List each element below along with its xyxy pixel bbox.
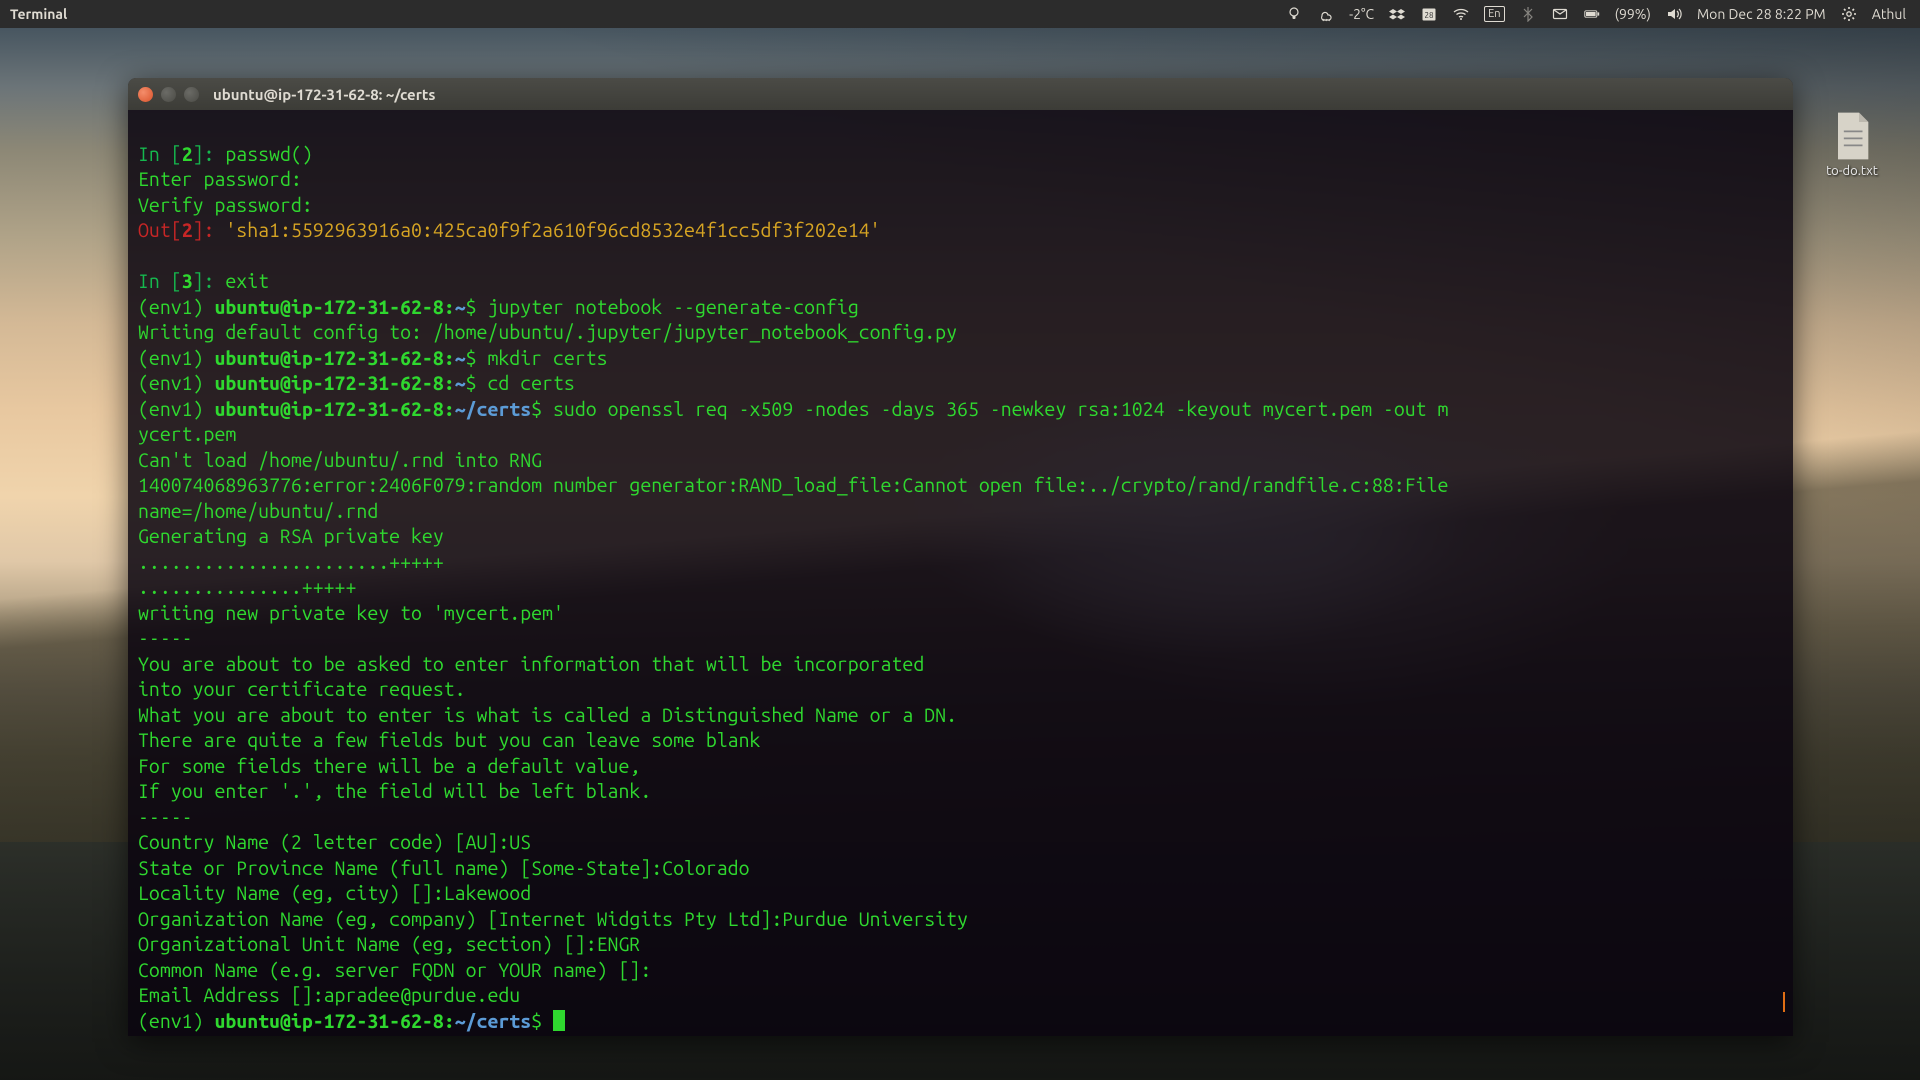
- line-q7: Email Address []:apradee@purdue.edu: [138, 984, 520, 1006]
- keyboard-indicator[interactable]: En: [1484, 6, 1504, 22]
- line-g4: writing new private key to 'mycert.pem': [138, 602, 564, 624]
- line-q4: Organization Name (eg, company) [Interne…: [138, 908, 968, 930]
- desktop-file-todo[interactable]: to-do.txt: [1824, 108, 1880, 178]
- line-d2: -----: [138, 806, 193, 828]
- calendar-icon[interactable]: 28: [1420, 5, 1438, 23]
- lightbulb-icon[interactable]: [1285, 5, 1303, 23]
- line-e3: name=/home/ubuntu/.rnd: [138, 500, 378, 522]
- desktop-file-label: to-do.txt: [1826, 164, 1878, 178]
- battery-icon[interactable]: [1583, 5, 1601, 23]
- line-enter-pw: Enter password:: [138, 168, 313, 190]
- volume-icon[interactable]: [1665, 5, 1683, 23]
- line-verify-pw: Verify password:: [138, 194, 324, 216]
- session-user[interactable]: Athul: [1872, 6, 1906, 22]
- line-prompt-cd: (env1) ubuntu@ip-172-31-62-8:~$ cd certs: [138, 372, 575, 394]
- temperature-text[interactable]: -2°C: [1349, 6, 1374, 22]
- svg-text:28: 28: [1425, 11, 1435, 20]
- line-in2: In [2]: passwd(): [138, 143, 313, 165]
- line-g1: Generating a RSA private key: [138, 525, 444, 547]
- terminal-body[interactable]: In [2]: passwd() Enter password: Verify …: [128, 110, 1793, 1034]
- wifi-icon[interactable]: [1452, 5, 1470, 23]
- line-p5: For some fields there will be a default …: [138, 755, 640, 777]
- line-p6: If you enter '.', the field will be left…: [138, 780, 651, 802]
- line-p3: What you are about to enter is what is c…: [138, 704, 957, 726]
- line-prompt-genconfig: (env1) ubuntu@ip-172-31-62-8:~$ jupyter …: [138, 296, 859, 318]
- line-prompt-final: (env1) ubuntu@ip-172-31-62-8:~/certs$: [138, 1010, 565, 1032]
- line-prompt-openssl: (env1) ubuntu@ip-172-31-62-8:~/certs$ su…: [138, 398, 1448, 420]
- line-openssl-wrap: ycert.pem: [138, 423, 236, 445]
- line-config-out: Writing default config to: /home/ubuntu/…: [138, 321, 957, 343]
- line-g2: .......................+++++: [138, 551, 444, 573]
- bluetooth-icon[interactable]: [1519, 5, 1537, 23]
- window-title: ubuntu@ip-172-31-62-8: ~/certs: [213, 86, 435, 103]
- line-d1: -----: [138, 627, 193, 649]
- dropbox-icon[interactable]: [1388, 5, 1406, 23]
- line-e2: 140074068963776:error:2406F079:random nu…: [138, 474, 1448, 496]
- line-p2: into your certificate request.: [138, 678, 466, 700]
- line-q1: Country Name (2 letter code) [AU]:US: [138, 831, 531, 853]
- line-q3: Locality Name (eg, city) []:Lakewood: [138, 882, 531, 904]
- line-out2: Out[2]: 'sha1:5592963916a0:425ca0f9f2a61…: [138, 219, 881, 241]
- top-panel: Terminal -2°C 28 En (99%) Mon Dec 28 8:2…: [0, 0, 1920, 28]
- line-p1: You are about to be asked to enter infor…: [138, 653, 924, 675]
- window-close-button[interactable]: [138, 87, 153, 102]
- line-p4: There are quite a few fields but you can…: [138, 729, 760, 751]
- terminal-window[interactable]: ubuntu@ip-172-31-62-8: ~/certs In [2]: p…: [128, 78, 1793, 1036]
- line-q6: Common Name (e.g. server FQDN or YOUR na…: [138, 959, 651, 981]
- mail-icon[interactable]: [1551, 5, 1569, 23]
- terminal-cursor: [553, 1010, 565, 1031]
- battery-text[interactable]: (99%): [1615, 6, 1651, 22]
- line-q5: Organizational Unit Name (eg, section) […: [138, 933, 640, 955]
- window-titlebar[interactable]: ubuntu@ip-172-31-62-8: ~/certs: [128, 78, 1793, 110]
- window-maximize-button[interactable]: [184, 87, 199, 102]
- clock-text[interactable]: Mon Dec 28 8:22 PM: [1697, 6, 1826, 22]
- line-in3: In [3]: exit: [138, 270, 269, 292]
- line-e1: Can't load /home/ubuntu/.rnd into RNG: [138, 449, 542, 471]
- weather-icon[interactable]: [1317, 5, 1335, 23]
- gear-icon[interactable]: [1840, 5, 1858, 23]
- text-insertion-caret: [1783, 992, 1785, 1012]
- line-q2: State or Province Name (full name) [Some…: [138, 857, 750, 879]
- line-prompt-mkdir: (env1) ubuntu@ip-172-31-62-8:~$ mkdir ce…: [138, 347, 608, 369]
- line-g3: ...............+++++: [138, 576, 356, 598]
- window-minimize-button[interactable]: [161, 87, 176, 102]
- menubar-app-title[interactable]: Terminal: [0, 6, 67, 22]
